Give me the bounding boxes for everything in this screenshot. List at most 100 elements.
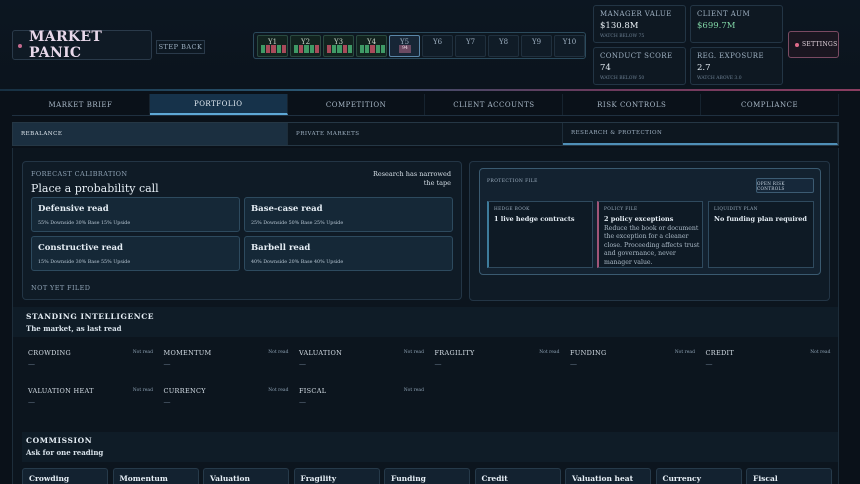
subtab-research-protection[interactable]: RESEARCH & PROTECTION: [563, 123, 838, 145]
intel-momentum: MOMENTUM Not read —: [164, 349, 289, 379]
prob-down: 15%: [38, 260, 49, 265]
forecast-note: Research has narrowed the tape: [372, 170, 451, 187]
intel-status: Not read: [268, 350, 289, 355]
read-card-defensive-read[interactable]: Defensive read 55% Downside 30% Base 15% …: [31, 197, 240, 232]
tab-market-brief[interactable]: MARKET BRIEF: [12, 94, 150, 115]
commission-fiscal-button[interactable]: Fiscal: [746, 468, 832, 484]
prob-down: 25%: [251, 221, 262, 226]
read-probabilities: 40% Downside 20% Base 40% Upside: [251, 260, 343, 265]
intel-fragility: FRAGILITY Not read —: [435, 349, 560, 379]
card-description: Reduce the book or document the exceptio…: [604, 225, 700, 266]
intel-label: MOMENTUM: [163, 349, 212, 357]
commission-fragility-button[interactable]: Fragility: [293, 468, 380, 484]
year-sparkline-icon: [327, 45, 353, 53]
year-step-5[interactable]: Y5 94: [389, 35, 420, 57]
intel-valuation-heat: VALUATION HEAT Not read —: [28, 387, 153, 417]
forecast-kicker: FORECAST CALIBRATION: [31, 170, 128, 178]
year-step-3[interactable]: Y3: [323, 35, 354, 57]
forecast-status: NOT YET FILED: [31, 284, 91, 292]
commission-funding-button[interactable]: Funding: [384, 468, 470, 484]
year-step-10[interactable]: Y10: [554, 35, 585, 57]
prob-label-up: Upside: [113, 221, 131, 226]
read-card-barbell-read[interactable]: Barbell read 40% Downside 20% Base 40% Up…: [244, 236, 453, 271]
settings-button[interactable]: SETTINGS: [788, 31, 839, 58]
prob-label-down: Downside: [50, 260, 75, 265]
prob-label-base: Base: [87, 260, 100, 265]
tab-competition[interactable]: COMPETITION: [288, 94, 426, 115]
sub-tabs: REBALANCE PRIVATE MARKETS RESEARCH & PROTE…: [12, 122, 839, 146]
year-step-8[interactable]: Y8: [488, 35, 519, 57]
intel-label: FUNDING: [570, 349, 607, 357]
intel-status: Not read: [674, 350, 695, 355]
metric-reg-exposure: REG. EXPOSURE 2.7 WATCH ABOVE 3.0: [690, 47, 783, 85]
year-step-1[interactable]: Y1: [257, 35, 288, 57]
commission-valuation-heat-button[interactable]: Valuation heat: [565, 468, 651, 484]
commission-valuation-button[interactable]: Valuation: [203, 468, 289, 484]
read-card-base-case-read[interactable]: Base-case read 25% Downside 50% Base 25% …: [244, 197, 453, 232]
standing-intelligence-header: STANDING INTELLIGENCE: [26, 312, 155, 321]
intel-crowding: CROWDING Not read —: [28, 349, 153, 379]
intel-status: Not read: [403, 388, 424, 393]
prob-base: 30%: [75, 260, 87, 265]
read-card-constructive-read[interactable]: Constructive read 15% Downside 30% Base 5…: [31, 236, 240, 271]
card-kicker: HEDGE BOOK: [494, 207, 530, 212]
card-title: No funding plan required: [714, 215, 807, 223]
prob-label-base: Base: [87, 221, 100, 226]
title-dot-icon: [18, 44, 22, 48]
commission-momentum-button[interactable]: Momentum: [112, 468, 199, 484]
top-bar-divider: [0, 89, 860, 91]
forecast-panel: FORECAST CALIBRATION Place a probability…: [22, 161, 462, 300]
year-sparkline-icon: [261, 45, 287, 53]
year-step-6[interactable]: Y6: [422, 35, 453, 57]
intel-funding: FUNDING Not read —: [570, 349, 695, 379]
read-probabilities: 15% Downside 30% Base 55% Upside: [38, 260, 130, 265]
intel-currency: CURRENCY Not read —: [164, 387, 289, 417]
metric-value: 74: [600, 63, 611, 73]
settings-dot-icon: [795, 43, 799, 47]
main-tabs: MARKET BRIEF PORTFOLIO COMPETITION CLIENT A…: [12, 94, 839, 116]
commission-crowding-button[interactable]: Crowding: [22, 468, 108, 484]
metric-conduct-score: CONDUCT SCORE 74 WATCH BELOW 50: [593, 47, 686, 85]
prob-up: 25%: [314, 221, 325, 226]
subtab-private-markets[interactable]: PRIVATE MARKETS: [288, 123, 563, 145]
subtab-rebalance[interactable]: REBALANCE: [13, 123, 288, 145]
commission-currency-button[interactable]: Currency: [655, 468, 742, 484]
year-step-4[interactable]: Y4: [356, 35, 387, 57]
metric-label: CLIENT AUM: [697, 10, 751, 18]
read-title: Defensive read: [38, 204, 109, 214]
year-step-2[interactable]: Y2: [290, 35, 321, 57]
step-back-button[interactable]: STEP BACK: [156, 40, 205, 54]
intel-value: —: [570, 360, 577, 368]
card-title: 2 policy exceptions: [604, 215, 674, 223]
metric-value: $130.8M: [600, 21, 639, 31]
year-label: Y8: [498, 38, 509, 46]
prob-label-base: Base: [300, 221, 313, 226]
metric-label: REG. EXPOSURE: [697, 52, 764, 60]
protection-kicker: PROTECTION FILE: [487, 179, 538, 184]
tab-client-accounts[interactable]: CLIENT ACCOUNTS: [425, 94, 564, 115]
metric-label: CONDUCT SCORE: [600, 52, 673, 60]
intel-label: FISCAL: [299, 387, 327, 395]
open-risk-controls-button[interactable]: OPEN RISK CONTROLS: [756, 178, 814, 193]
forecast-title: Place a probability call: [31, 182, 159, 195]
metric-value: 2.7: [697, 63, 711, 73]
year-label: Y6: [432, 38, 443, 46]
intel-label: FRAGILITY: [434, 349, 475, 357]
year-sparkline-icon: [294, 45, 320, 53]
year-step-9[interactable]: Y9: [521, 35, 552, 57]
tab-risk-controls[interactable]: RISK CONTROLS: [563, 94, 702, 115]
liquidity-plan-card: LIQUIDITY PLAN No funding plan required: [708, 201, 814, 268]
year-step-7[interactable]: Y7: [455, 35, 486, 57]
intel-valuation: VALUATION Not read —: [299, 349, 424, 379]
commission-band: [22, 432, 838, 462]
read-title: Base-case read: [251, 204, 323, 214]
app-title: MARKET PANIC: [29, 29, 103, 61]
prob-base: 30%: [75, 221, 87, 226]
tab-portfolio[interactable]: PORTFOLIO: [149, 94, 288, 115]
tab-compliance[interactable]: COMPLIANCE: [701, 94, 839, 115]
intel-label: VALUATION HEAT: [28, 387, 94, 395]
intel-value: —: [705, 360, 713, 368]
metric-label: MANAGER VALUE: [600, 10, 672, 18]
commission-credit-button[interactable]: Credit: [474, 468, 561, 484]
read-title: Constructive read: [38, 243, 123, 253]
